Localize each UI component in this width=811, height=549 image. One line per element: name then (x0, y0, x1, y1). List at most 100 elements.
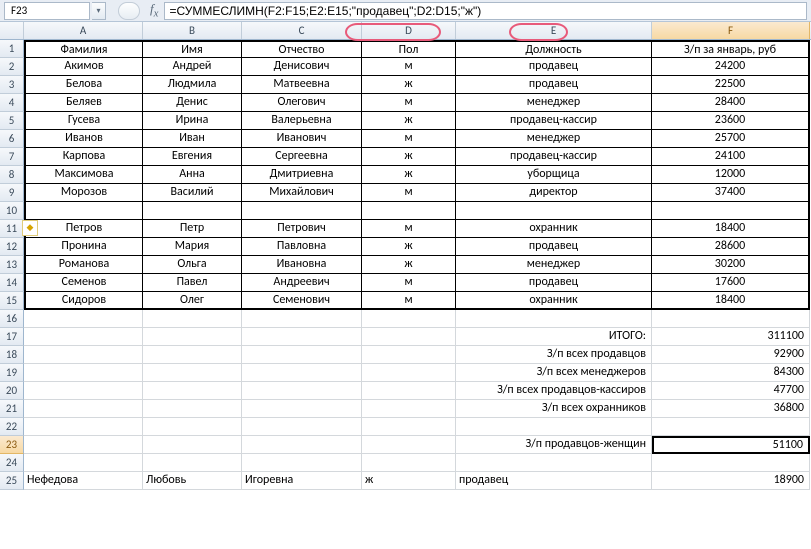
cell[interactable]: ж (362, 76, 456, 94)
row-header[interactable]: 3 (0, 76, 24, 94)
cell[interactable]: Матвеевна (242, 76, 362, 94)
cell[interactable]: Белова (24, 76, 143, 94)
cell[interactable]: Евгения (143, 148, 242, 166)
cell[interactable] (24, 202, 143, 220)
col-header-e[interactable]: E (456, 22, 652, 39)
cell[interactable]: Игоревна (242, 472, 362, 490)
cell[interactable] (24, 454, 143, 472)
row-header[interactable]: 10 (0, 202, 24, 220)
cell[interactable]: 47700 (652, 382, 810, 400)
row-header[interactable]: 13 (0, 256, 24, 274)
cell[interactable] (24, 382, 143, 400)
cell[interactable] (143, 202, 242, 220)
cell[interactable]: 17600 (652, 274, 810, 292)
cell[interactable] (143, 436, 242, 454)
cell[interactable]: м (362, 58, 456, 76)
spreadsheet-grid[interactable]: A B C D E F 1 Фамилия Имя Отчество Пол Д… (0, 22, 811, 490)
col-header-c[interactable]: C (242, 22, 362, 39)
cell[interactable] (242, 328, 362, 346)
cell[interactable]: 84300 (652, 364, 810, 382)
cell[interactable]: Фамилия (24, 40, 143, 58)
cell[interactable] (143, 382, 242, 400)
cell[interactable]: Василий (143, 184, 242, 202)
cell[interactable] (242, 346, 362, 364)
cell[interactable]: З/п продавцов-женщин (456, 436, 652, 454)
cell[interactable]: Петров (24, 220, 143, 238)
row-header[interactable]: 22 (0, 418, 24, 436)
cell[interactable]: ж (362, 256, 456, 274)
cell[interactable]: Отчество (242, 40, 362, 58)
cell[interactable]: ж (362, 112, 456, 130)
cell[interactable]: ИТОГО: (456, 328, 652, 346)
cell[interactable]: Сергеевна (242, 148, 362, 166)
cell[interactable]: ж (362, 148, 456, 166)
formula-input[interactable]: =СУММЕСЛИМН(F2:F15;E2:E15;"продавец";D2:… (164, 2, 807, 20)
cell[interactable]: Семенов (24, 274, 143, 292)
cell[interactable]: продавец-кассир (456, 112, 652, 130)
cell[interactable] (362, 382, 456, 400)
cell[interactable]: Имя (143, 40, 242, 58)
cell[interactable]: З/п всех продавцов-кассиров (456, 382, 652, 400)
row-header[interactable]: 20 (0, 382, 24, 400)
row-header[interactable]: 11 (0, 220, 24, 238)
cell[interactable]: 36800 (652, 400, 810, 418)
cell[interactable]: Гусева (24, 112, 143, 130)
select-all-corner[interactable] (0, 22, 24, 39)
cell[interactable]: м (362, 292, 456, 310)
row-header[interactable]: 2 (0, 58, 24, 76)
cell[interactable] (242, 400, 362, 418)
cell[interactable]: продавец (456, 238, 652, 256)
cell[interactable] (143, 400, 242, 418)
row-header[interactable]: 12 (0, 238, 24, 256)
cell[interactable]: З/п всех менеджеров (456, 364, 652, 382)
cell[interactable]: охранник (456, 292, 652, 310)
name-box[interactable]: F23 (4, 2, 90, 20)
insert-function-button[interactable] (118, 2, 140, 20)
cell[interactable] (362, 400, 456, 418)
cell[interactable]: 22500 (652, 76, 810, 94)
cell[interactable] (143, 346, 242, 364)
cell[interactable] (24, 346, 143, 364)
cell[interactable]: Любовь (143, 472, 242, 490)
cell[interactable]: 28400 (652, 94, 810, 112)
col-header-a[interactable]: A (24, 22, 143, 39)
cell[interactable]: Михайлович (242, 184, 362, 202)
cell[interactable] (242, 310, 362, 328)
row-header[interactable]: 5 (0, 112, 24, 130)
row-header[interactable]: 14 (0, 274, 24, 292)
cell[interactable] (143, 418, 242, 436)
cell[interactable]: Олег (143, 292, 242, 310)
col-header-f[interactable]: F (652, 22, 810, 39)
name-box-dropdown[interactable]: ▾ (92, 2, 106, 20)
cell[interactable] (362, 328, 456, 346)
cell[interactable]: 28600 (652, 238, 810, 256)
row-header[interactable]: 24 (0, 454, 24, 472)
cell[interactable] (242, 364, 362, 382)
cell[interactable] (143, 310, 242, 328)
cell[interactable]: Андреевич (242, 274, 362, 292)
cell[interactable]: 18900 (652, 472, 810, 490)
cell[interactable] (362, 418, 456, 436)
cell[interactable]: Павловна (242, 238, 362, 256)
cell[interactable]: 12000 (652, 166, 810, 184)
cell[interactable]: Андрей (143, 58, 242, 76)
cell[interactable]: Павел (143, 274, 242, 292)
row-header[interactable]: 19 (0, 364, 24, 382)
cell[interactable]: 37400 (652, 184, 810, 202)
cell[interactable]: Людмила (143, 76, 242, 94)
cell[interactable] (456, 454, 652, 472)
active-cell[interactable]: 51100 (652, 436, 810, 454)
cell[interactable]: Иванов (24, 130, 143, 148)
cell[interactable]: 23600 (652, 112, 810, 130)
cell[interactable]: Анна (143, 166, 242, 184)
cell[interactable]: продавец (456, 76, 652, 94)
cell[interactable] (362, 454, 456, 472)
row-header[interactable]: 7 (0, 148, 24, 166)
cell[interactable]: м (362, 94, 456, 112)
row-header[interactable]: 18 (0, 346, 24, 364)
cell[interactable]: м (362, 274, 456, 292)
cell[interactable]: Петрович (242, 220, 362, 238)
cell[interactable] (24, 436, 143, 454)
smart-tag-icon[interactable] (22, 220, 38, 236)
cell[interactable] (456, 310, 652, 328)
